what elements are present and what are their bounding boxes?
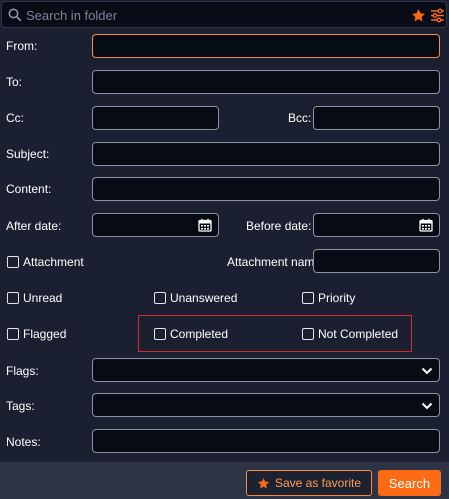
- subject-input[interactable]: [93, 143, 439, 165]
- chevron-down-icon: [421, 402, 433, 410]
- tags-label: Tags:: [6, 399, 35, 413]
- subject-label: Subject:: [6, 147, 50, 161]
- filter-settings-icon[interactable]: [430, 8, 445, 23]
- completed-checkbox[interactable]: [154, 328, 166, 340]
- folder-search-input[interactable]: [26, 6, 396, 24]
- unread-checkbox[interactable]: [7, 292, 19, 304]
- from-label: From:: [6, 39, 38, 53]
- attachment-name-input[interactable]: [314, 250, 439, 272]
- flagged-checkbox[interactable]: [7, 328, 19, 340]
- cc-input[interactable]: [93, 107, 218, 129]
- attachment-name-label: Attachment name:: [227, 255, 314, 269]
- not-completed-checkbox-label: Not Completed: [318, 327, 399, 341]
- tags-select[interactable]: [92, 393, 440, 417]
- calendar-icon[interactable]: [419, 218, 433, 232]
- unread-checkbox-label: Unread: [23, 291, 63, 305]
- cc-label: Cc:: [6, 111, 24, 125]
- priority-checkbox[interactable]: [302, 292, 314, 304]
- top-bar: [0, 0, 449, 30]
- after-date-label: After date:: [6, 219, 62, 233]
- bcc-input[interactable]: [314, 107, 439, 129]
- attachment-checkbox[interactable]: [7, 256, 19, 268]
- bcc-label: Bcc:: [288, 111, 312, 125]
- not-completed-checkbox[interactable]: [302, 328, 314, 340]
- priority-checkbox-label: Priority: [318, 291, 356, 305]
- star-icon[interactable]: [411, 8, 426, 23]
- cc-field[interactable]: [92, 106, 219, 130]
- before-date-label: Before date:: [246, 219, 312, 233]
- completed-checkbox-label: Completed: [170, 327, 229, 341]
- unanswered-checkbox[interactable]: [154, 292, 166, 304]
- save-as-favorite-button[interactable]: Save as favorite: [246, 470, 372, 496]
- content-label: Content:: [6, 182, 52, 196]
- search-icon: [8, 8, 22, 22]
- subject-field[interactable]: [92, 142, 440, 166]
- calendar-icon[interactable]: [198, 218, 212, 232]
- to-field[interactable]: [92, 70, 440, 94]
- after-date-field[interactable]: [92, 213, 219, 237]
- to-input[interactable]: [93, 71, 439, 93]
- before-date-field[interactable]: [313, 213, 440, 237]
- from-field[interactable]: [92, 34, 440, 58]
- flags-select[interactable]: [92, 358, 440, 382]
- notes-field[interactable]: [92, 429, 440, 453]
- flagged-checkbox-label: Flagged: [23, 327, 67, 341]
- search-button[interactable]: Search: [378, 470, 441, 496]
- attachment-name-field[interactable]: [313, 249, 440, 273]
- unanswered-checkbox-label: Unanswered: [170, 291, 238, 305]
- folder-search-box[interactable]: [1, 1, 447, 28]
- bcc-field[interactable]: [313, 106, 440, 130]
- star-icon: [257, 477, 270, 489]
- to-label: To:: [6, 75, 23, 89]
- chevron-down-icon: [421, 367, 433, 375]
- from-input[interactable]: [93, 35, 439, 57]
- attachment-name-label-clip: Attachment name:: [227, 254, 314, 270]
- notes-input[interactable]: [93, 430, 439, 452]
- content-field[interactable]: [92, 177, 440, 201]
- save-as-favorite-label: Save as favorite: [274, 476, 362, 490]
- content-input[interactable]: [93, 178, 439, 200]
- notes-label: Notes:: [6, 435, 41, 449]
- attachment-checkbox-label: Attachment: [23, 255, 84, 269]
- flags-label: Flags:: [6, 364, 39, 378]
